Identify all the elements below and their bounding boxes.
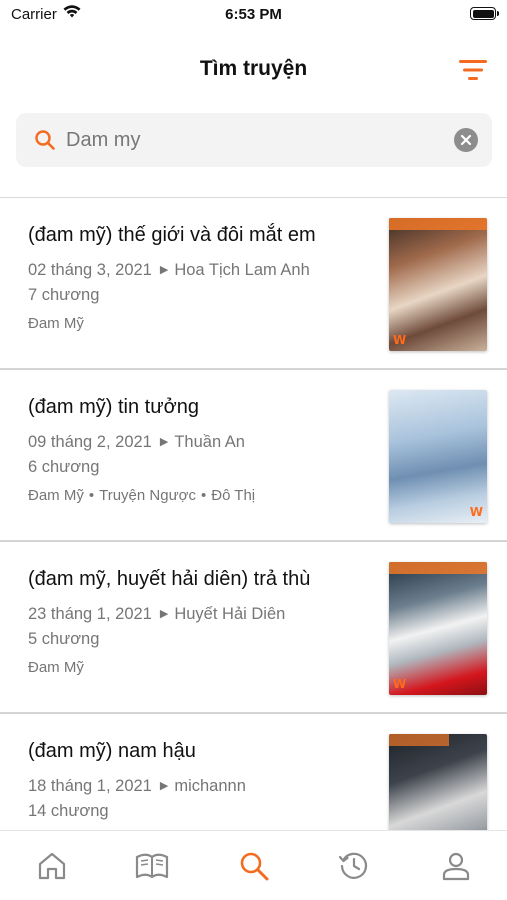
story-cover-image[interactable]: W xyxy=(389,562,487,695)
profile-icon xyxy=(442,852,470,881)
story-date: 23 tháng 1, 2021 xyxy=(28,605,152,623)
story-tags: Đam Mỹ xyxy=(28,659,84,676)
story-tag: Đam Mỹ xyxy=(28,315,84,332)
clock-time: 6:53 PM xyxy=(225,6,282,23)
story-item[interactable]: (đam mỹ, huyết hải diên) trả thù 23 thán… xyxy=(0,542,507,714)
story-author: Thuần An xyxy=(174,433,245,451)
home-icon xyxy=(38,852,66,880)
story-tags: Đam Mỹ • Truyện Ngược • Đô Thị xyxy=(28,487,255,504)
author-arrow-icon: ▶ xyxy=(159,264,169,276)
story-meta: 02 tháng 3, 2021 ▶ Hoa Tịch Lam Anh xyxy=(28,261,310,280)
story-tag: Đam Mỹ xyxy=(28,487,84,504)
story-cover-image[interactable]: W xyxy=(389,218,487,351)
story-meta: 23 tháng 1, 2021 ▶ Huyết Hải Diên xyxy=(28,605,285,624)
story-title: (đam mỹ) tin tưởng xyxy=(28,396,199,418)
wattpad-logo-icon: W xyxy=(393,333,407,347)
cover-banner xyxy=(389,562,487,574)
search-input[interactable] xyxy=(66,113,446,167)
cover-banner xyxy=(389,734,449,746)
story-item[interactable]: (đam mỹ) thế giới và đôi mắt em 02 tháng… xyxy=(0,198,507,370)
tab-home[interactable] xyxy=(35,849,69,883)
story-tag: Đô Thị xyxy=(211,487,256,504)
status-bar: Carrier 6:53 PM xyxy=(0,0,507,30)
filter-button[interactable] xyxy=(457,56,489,84)
page-title: Tìm truyện xyxy=(199,57,308,80)
author-arrow-icon: ▶ xyxy=(159,780,169,792)
story-tag: Truyện Ngược xyxy=(99,487,196,504)
search-bar xyxy=(16,113,492,167)
story-author: Huyết Hải Diên xyxy=(174,605,286,623)
tab-search[interactable] xyxy=(237,849,271,883)
search-results-list[interactable]: (đam mỹ) thế giới và đôi mắt em 02 tháng… xyxy=(0,198,507,830)
story-title: (đam mỹ) thế giới và đôi mắt em xyxy=(28,224,316,246)
tab-library[interactable] xyxy=(135,849,169,883)
filter-lines-icon xyxy=(459,60,487,80)
search-icon xyxy=(240,852,269,881)
story-date: 09 tháng 2, 2021 xyxy=(28,433,152,451)
tab-profile[interactable] xyxy=(439,849,473,883)
bottom-tab-bar xyxy=(0,830,507,900)
story-tags: Đam Mỹ xyxy=(28,315,84,332)
author-arrow-icon: ▶ xyxy=(159,436,169,448)
story-chapter-count: 14 chương xyxy=(28,802,109,820)
story-chapter-count: 7 chương xyxy=(28,286,100,304)
story-cover-image[interactable]: W xyxy=(389,390,487,523)
story-tag: Đam Mỹ xyxy=(28,659,84,676)
clear-icon xyxy=(460,134,472,146)
story-chapter-count: 6 chương xyxy=(28,458,100,476)
cover-banner xyxy=(389,218,487,230)
story-date: 18 tháng 1, 2021 xyxy=(28,777,152,795)
story-item[interactable]: (đam mỹ) nam hậu 18 tháng 1, 2021 ▶ michan… xyxy=(0,714,507,830)
story-author: michannn xyxy=(174,777,246,795)
tag-separator: • xyxy=(200,487,207,504)
tag-separator: • xyxy=(88,487,95,504)
wattpad-logo-icon: W xyxy=(393,677,407,691)
story-title: (đam mỹ) nam hậu xyxy=(28,740,196,762)
wattpad-logo-icon: W xyxy=(469,505,483,519)
author-arrow-icon: ▶ xyxy=(159,608,169,620)
story-cover-image[interactable] xyxy=(389,734,487,830)
tab-history[interactable] xyxy=(337,849,371,883)
history-icon xyxy=(338,852,368,879)
clear-search-button[interactable] xyxy=(454,128,478,152)
nav-bar: Tìm truyện xyxy=(0,42,507,98)
story-title: (đam mỹ, huyết hải diên) trả thù xyxy=(28,568,311,590)
story-date: 02 tháng 3, 2021 xyxy=(28,261,152,279)
story-author: Hoa Tịch Lam Anh xyxy=(174,261,310,279)
story-chapter-count: 5 chương xyxy=(28,630,100,648)
battery-icon xyxy=(470,7,499,20)
search-icon xyxy=(34,129,56,156)
story-meta: 18 tháng 1, 2021 ▶ michannn xyxy=(28,777,246,796)
story-meta: 09 tháng 2, 2021 ▶ Thuần An xyxy=(28,433,245,452)
story-item[interactable]: (đam mỹ) tin tưởng 09 tháng 2, 2021 ▶ Thuầ… xyxy=(0,370,507,542)
book-icon xyxy=(135,853,169,879)
